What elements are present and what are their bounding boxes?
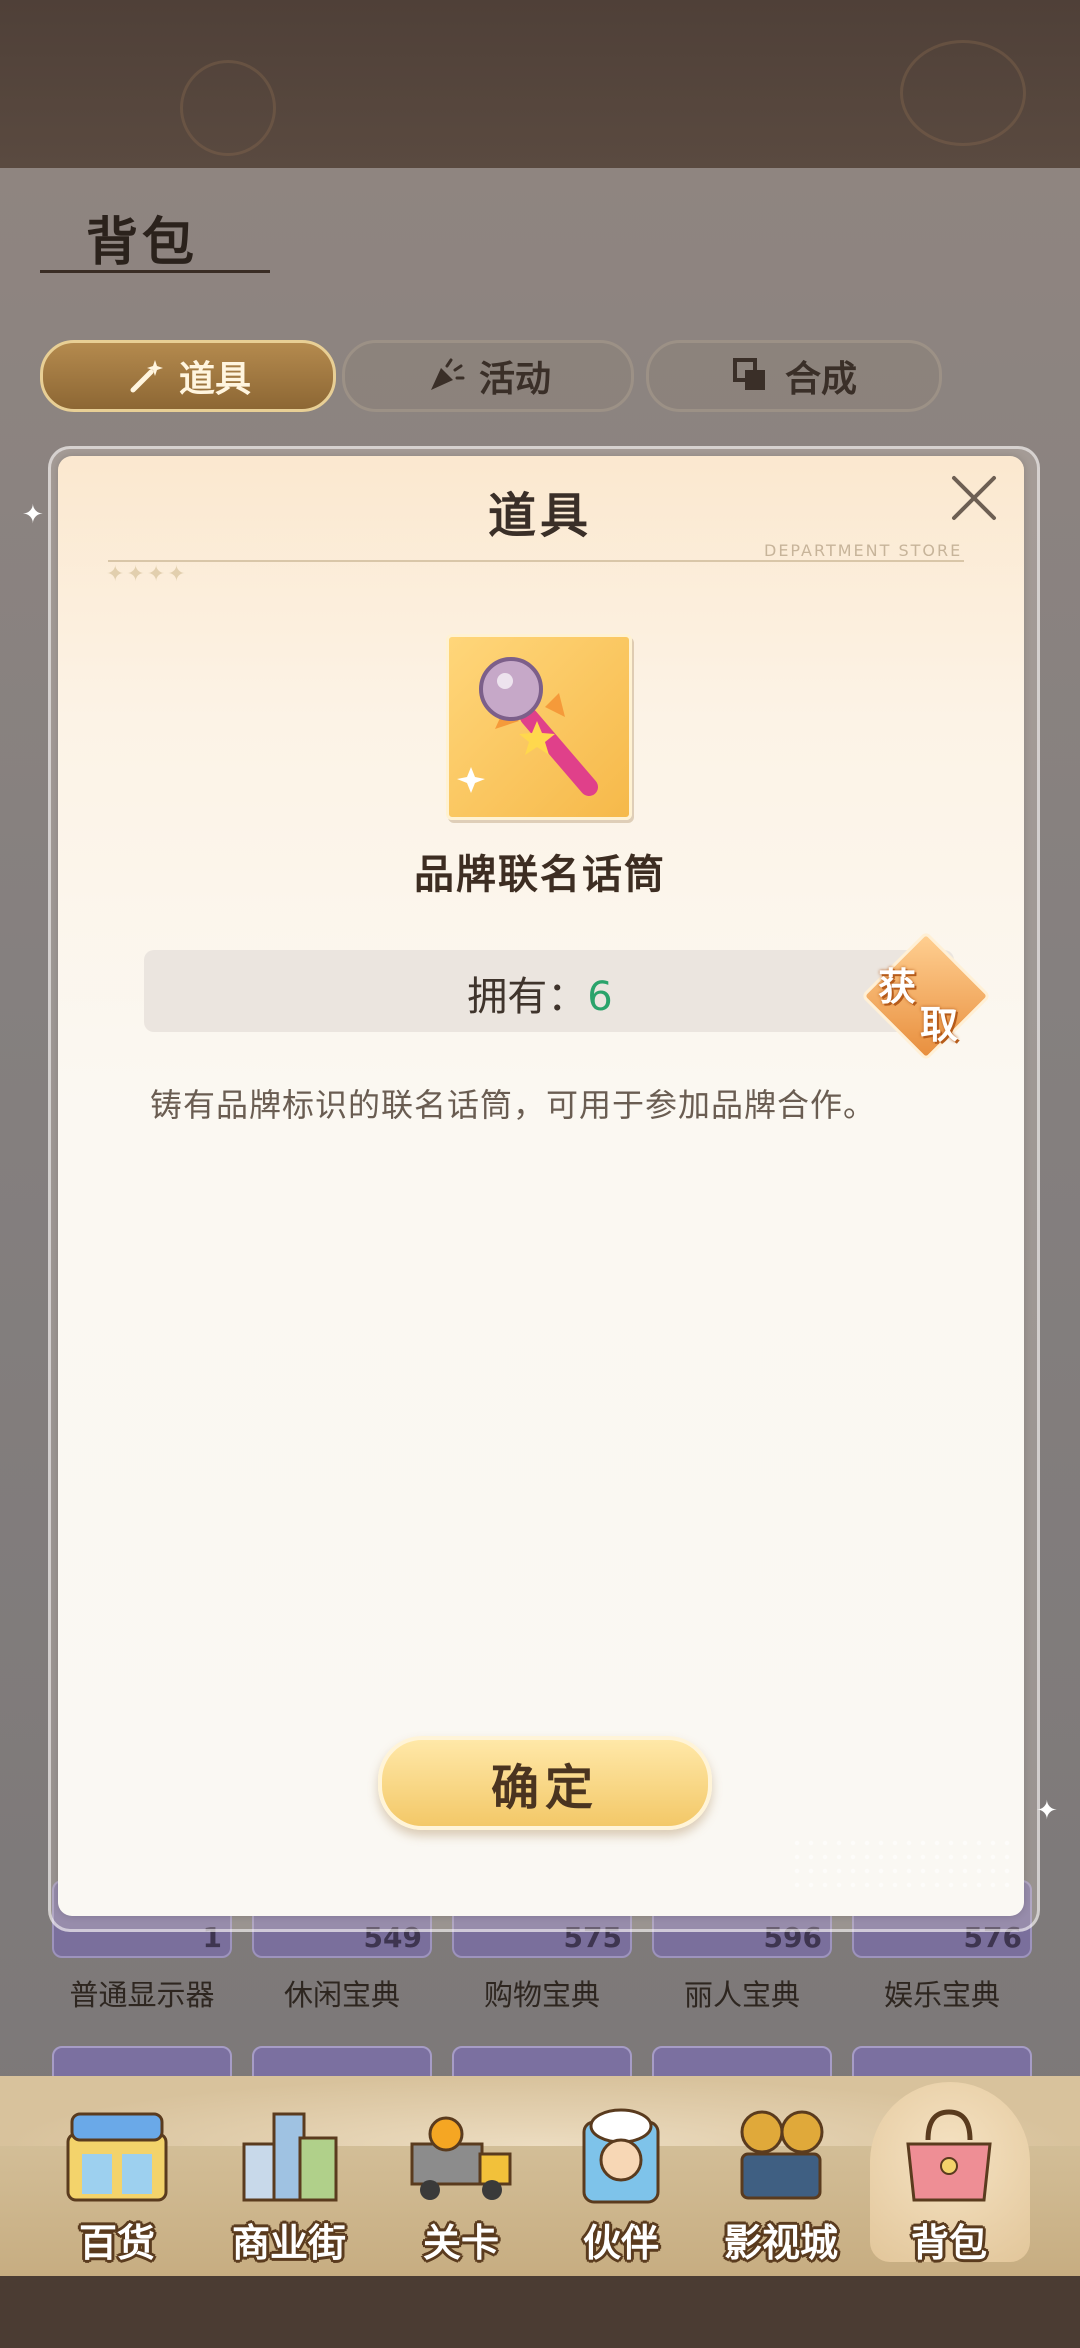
department-store-watermark: DEPARTMENT STORE: [764, 541, 963, 560]
tab-label: 活动: [478, 359, 551, 400]
city-street-icon: [242, 2112, 338, 2202]
owned-value: 6: [587, 974, 613, 1020]
sparkle-icon: ✦: [1036, 1796, 1058, 1826]
bottom-strip: [0, 2276, 1080, 2348]
modal-divider: [108, 560, 964, 562]
nav-label: 商业街: [231, 2221, 346, 2265]
grid-item-label: 丽人宝典: [683, 1978, 800, 2012]
nav-label: 关卡: [422, 2221, 499, 2265]
top-banner: [0, 0, 1080, 168]
nav-label: 背包: [910, 2221, 987, 2265]
stars-decoration: ✦✦✦✦: [106, 562, 188, 587]
nav-label: 伙伴: [582, 2221, 659, 2265]
tab-items[interactable]: 道具: [40, 340, 336, 412]
tab-merge[interactable]: 合成: [646, 340, 942, 412]
get-label: 取: [920, 1003, 959, 1047]
department-store-icon: [66, 2112, 168, 2202]
owned-label: 拥有：: [467, 974, 588, 1020]
grid-item-label: 娱乐宝典: [883, 1978, 1000, 2012]
tab-activity[interactable]: 活动: [342, 340, 634, 412]
tab-label: 道具: [178, 359, 251, 400]
decor-ring: [180, 60, 276, 156]
grid-item-label: 普通显示器: [69, 1978, 215, 2012]
confirm-button[interactable]: 确定: [378, 1736, 712, 1830]
nav-item-partners[interactable]: 伙伴: [546, 2090, 696, 2265]
handbag-icon: [906, 2109, 992, 2202]
truck-icon: [410, 2116, 512, 2200]
close-icon[interactable]: [944, 468, 1004, 528]
decor-ring: [900, 40, 1026, 146]
get-label: 获: [878, 965, 917, 1009]
nav-label: 百货: [78, 2221, 155, 2265]
grid-item-label: 休闲宝典: [283, 1978, 400, 2012]
nav-item-department-store[interactable]: 百货: [42, 2090, 192, 2265]
nav-label: 影视城: [723, 2221, 838, 2265]
nav-item-levels[interactable]: 关卡: [386, 2090, 536, 2265]
item-name: 品牌联名话筒: [414, 852, 666, 898]
dot-pattern: [790, 1836, 1010, 1896]
get-button[interactable]: 获 取: [860, 930, 992, 1062]
item-description: 铸有品牌标识的联名话筒，可用于参加品牌合作。: [150, 1086, 877, 1124]
party-popper-icon: [430, 358, 465, 390]
tab-label: 合成: [784, 359, 857, 400]
nav-item-business-street[interactable]: 商业街: [214, 2090, 364, 2265]
nav-item-backpack[interactable]: 背包: [874, 2090, 1024, 2265]
film-camera-icon: [740, 2110, 824, 2200]
item-icon-frame: [446, 634, 632, 820]
chef-partner-icon: [582, 2108, 660, 2204]
merge-squares-icon: [732, 358, 765, 390]
nav-item-film-city[interactable]: 影视城: [706, 2090, 856, 2265]
magic-wand-icon: [130, 360, 163, 393]
title-underline: [40, 270, 270, 273]
modal-title: 道具: [487, 488, 592, 544]
page-title: 背包: [86, 213, 199, 273]
microphone-icon: [457, 657, 598, 796]
grid-item-label: 购物宝典: [483, 1978, 600, 2012]
